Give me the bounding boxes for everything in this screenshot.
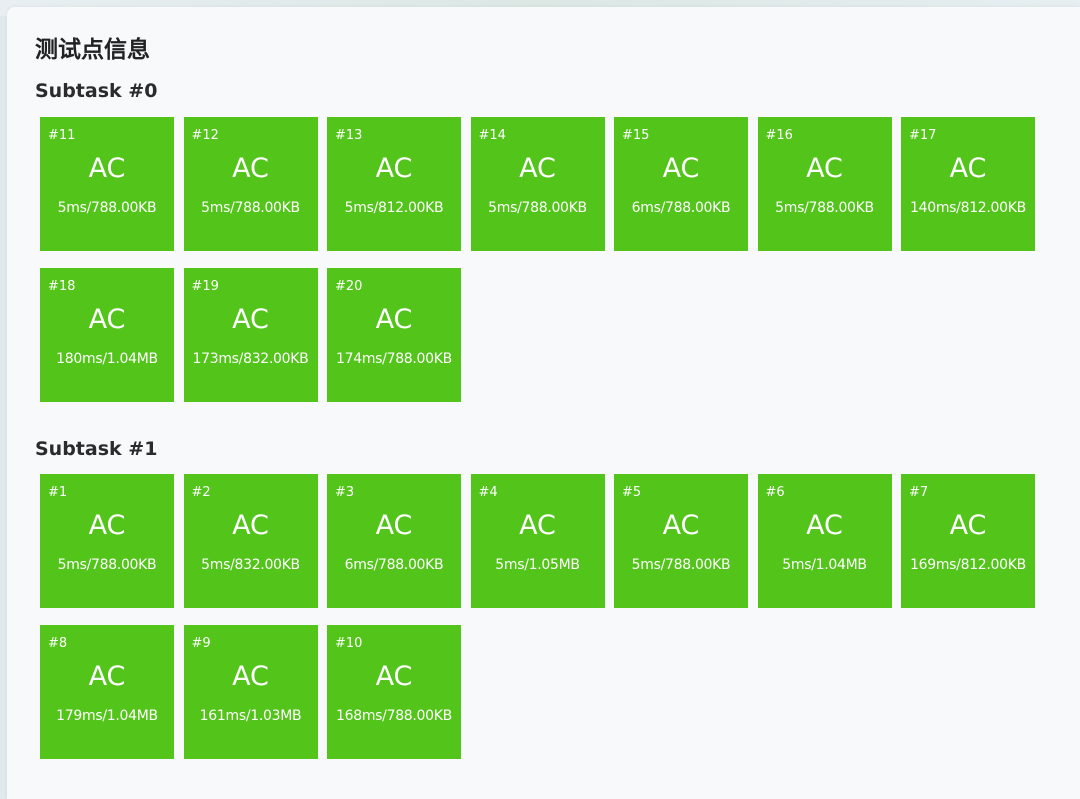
testcase-tile[interactable]: #19 AC 173ms/832.00KB	[183, 268, 318, 402]
testcase-id: #20	[335, 279, 363, 294]
testcase-id: #19	[191, 279, 219, 294]
subtask-0-title: Subtask #0	[35, 80, 158, 102]
testcase-time-memory: 5ms/1.05MB	[495, 557, 580, 573]
testcase-id: #3	[335, 485, 355, 500]
testcase-status: AC	[375, 153, 413, 184]
testcase-id: #15	[622, 128, 650, 143]
testcase-status: AC	[232, 510, 269, 541]
testcase-tile[interactable]: #1 AC 5ms/788.00KB	[40, 474, 174, 608]
testcase-time-memory: 180ms/1.04MB	[56, 351, 158, 367]
testcase-tile[interactable]: #9 AC 161ms/1.03MB	[183, 625, 318, 759]
testcase-status: AC	[949, 153, 987, 184]
testcase-status: AC	[88, 153, 126, 184]
testcase-tile[interactable]: #3 AC 6ms/788.00KB	[327, 474, 461, 608]
testcase-time-memory: 5ms/788.00KB	[201, 200, 300, 216]
testcase-status: AC	[232, 153, 269, 184]
testcase-time-memory: 5ms/812.00KB	[344, 200, 444, 216]
testcase-status: AC	[662, 510, 700, 541]
testcase-tile[interactable]: #11 AC 5ms/788.00KB	[40, 117, 174, 251]
testcase-tile[interactable]: #14 AC 5ms/788.00KB	[470, 117, 605, 251]
testcase-tile[interactable]: #10 AC 168ms/788.00KB	[327, 625, 461, 759]
testcase-status: AC	[662, 153, 700, 184]
testcase-time-memory: 169ms/812.00KB	[910, 557, 1026, 573]
testcase-time-memory: 5ms/788.00KB	[631, 557, 731, 573]
testcase-tile[interactable]: #12 AC 5ms/788.00KB	[183, 117, 318, 251]
testcase-status: AC	[806, 510, 843, 541]
testcase-tile[interactable]: #7 AC 169ms/812.00KB	[901, 474, 1035, 608]
testcase-time-memory: 6ms/788.00KB	[344, 557, 444, 573]
page-title: 测试点信息	[35, 37, 150, 63]
testcase-id: #13	[335, 128, 363, 143]
testcase-tile[interactable]: #2 AC 5ms/832.00KB	[183, 474, 318, 608]
testcase-id: #5	[622, 485, 642, 500]
testcase-id: #9	[191, 636, 211, 651]
testcase-time-memory: 5ms/788.00KB	[57, 200, 157, 216]
testcase-id: #2	[191, 485, 211, 500]
testcase-id: #7	[909, 485, 929, 500]
testcase-id: #1	[48, 485, 68, 500]
testcase-id: #11	[48, 128, 76, 143]
testcase-status: AC	[375, 661, 413, 692]
testcase-info-card: 测试点信息 Subtask #0 #11 AC 5ms/788.00KB #12 AC 5…	[7, 7, 1080, 799]
testcase-id: #16	[765, 128, 793, 143]
testcase-time-memory: 5ms/788.00KB	[57, 557, 157, 573]
testcase-status: AC	[232, 304, 269, 335]
testcase-time-memory: 173ms/832.00KB	[192, 351, 309, 367]
testcase-tile[interactable]: #16 AC 5ms/788.00KB	[757, 117, 892, 251]
subtask-1-title: Subtask #1	[35, 438, 158, 460]
testcase-status: AC	[949, 510, 987, 541]
testcase-tile[interactable]: #4 AC 5ms/1.05MB	[470, 474, 605, 608]
testcase-time-memory: 179ms/1.04MB	[56, 708, 158, 724]
testcase-tile[interactable]: #15 AC 6ms/788.00KB	[614, 117, 748, 251]
testcase-tile[interactable]: #8 AC 179ms/1.04MB	[40, 625, 174, 759]
testcase-tile[interactable]: #13 AC 5ms/812.00KB	[327, 117, 461, 251]
testcase-id: #17	[909, 128, 937, 143]
testcase-time-memory: 5ms/788.00KB	[488, 200, 587, 216]
testcase-time-memory: 6ms/788.00KB	[631, 200, 731, 216]
testcase-id: #4	[478, 485, 498, 500]
testcase-time-memory: 168ms/788.00KB	[336, 708, 452, 724]
testcase-time-memory: 174ms/788.00KB	[336, 351, 452, 367]
subtask-0-case-grid: #11 AC 5ms/788.00KB #12 AC 5ms/788.00KB #13 AC 5…	[40, 117, 1050, 402]
testcase-status: AC	[88, 661, 126, 692]
testcase-time-memory: 161ms/1.03MB	[199, 708, 302, 724]
testcase-tile[interactable]: #6 AC 5ms/1.04MB	[757, 474, 892, 608]
testcase-tile[interactable]: #18 AC 180ms/1.04MB	[40, 268, 174, 402]
testcase-id: #12	[191, 128, 219, 143]
testcase-time-memory: 5ms/788.00KB	[775, 200, 874, 216]
testcase-id: #8	[48, 636, 68, 651]
testcase-status: AC	[806, 153, 843, 184]
testcase-status: AC	[88, 304, 126, 335]
testcase-id: #6	[765, 485, 785, 500]
testcase-tile[interactable]: #5 AC 5ms/788.00KB	[614, 474, 748, 608]
testcase-time-memory: 5ms/1.04MB	[782, 557, 867, 573]
testcase-time-memory: 5ms/832.00KB	[201, 557, 300, 573]
testcase-status: AC	[375, 510, 413, 541]
testcase-tile[interactable]: #20 AC 174ms/788.00KB	[327, 268, 461, 402]
testcase-time-memory: 140ms/812.00KB	[910, 200, 1026, 216]
testcase-id: #14	[478, 128, 506, 143]
testcase-id: #18	[48, 279, 76, 294]
testcase-status: AC	[519, 510, 556, 541]
testcase-id: #10	[335, 636, 363, 651]
testcase-status: AC	[88, 510, 126, 541]
subtask-1-case-grid: #1 AC 5ms/788.00KB #2 AC 5ms/832.00KB #3 AC 6ms/…	[40, 474, 1050, 759]
testcase-status: AC	[232, 661, 269, 692]
testcase-status: AC	[519, 153, 556, 184]
testcase-status: AC	[375, 304, 413, 335]
testcase-tile[interactable]: #17 AC 140ms/812.00KB	[901, 117, 1035, 251]
